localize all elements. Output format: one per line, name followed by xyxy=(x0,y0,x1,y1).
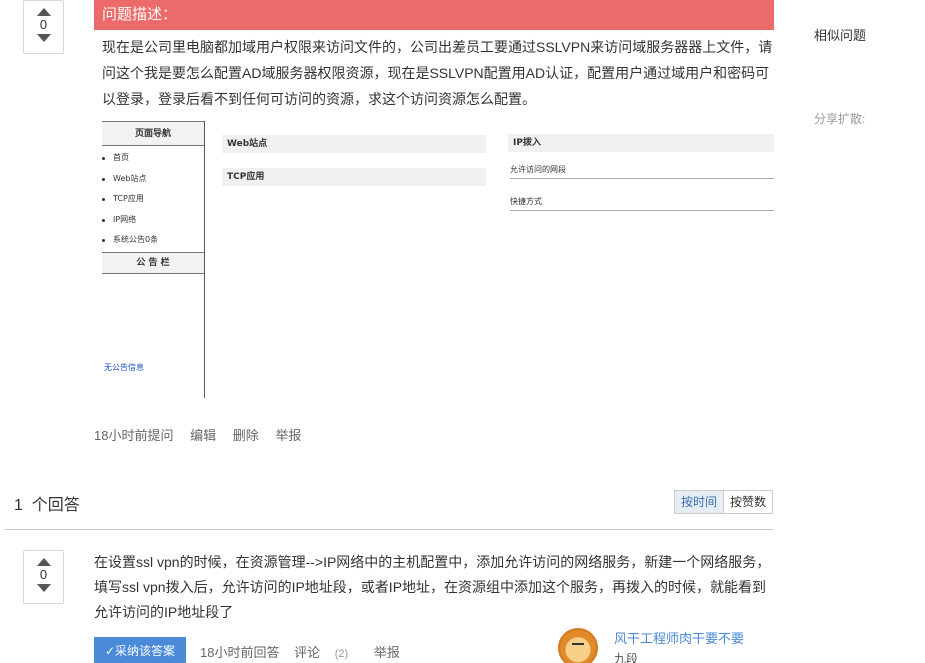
screenshot-notice: 无公告信息 xyxy=(104,363,144,372)
comment-label: 评论 xyxy=(294,645,321,660)
answer-count: 1 个回答 xyxy=(14,491,80,515)
answer-time: 18小时前回答 xyxy=(200,645,280,660)
question-vote-widget: 0 xyxy=(23,0,64,54)
answer-report-link[interactable]: 举报 xyxy=(374,645,400,660)
answer-vote-count: 0 xyxy=(39,567,48,582)
screenshot-web-panel: Web站点 xyxy=(222,135,486,153)
screenshot-nav-title: 页面导航 xyxy=(102,121,204,146)
avatar-face-icon xyxy=(572,643,584,647)
sort-toggle: 按时间 按赞数 xyxy=(674,490,774,514)
upvote-icon[interactable] xyxy=(36,8,51,16)
answer-count-number: 1 xyxy=(14,497,23,514)
comment-count: (2) xyxy=(334,648,349,660)
upvote-icon[interactable] xyxy=(36,558,51,566)
downvote-icon[interactable] xyxy=(36,34,51,42)
delete-link[interactable]: 删除 xyxy=(233,428,259,443)
comment-link[interactable]: 评论 (2) xyxy=(294,645,359,660)
screenshot-board-title: 公 告 栏 xyxy=(102,251,204,274)
sort-by-time-button[interactable]: 按时间 xyxy=(675,491,725,513)
answer-meta: 18小时前回答 评论 (2) 举报 xyxy=(200,642,411,661)
edit-link[interactable]: 编辑 xyxy=(190,428,216,443)
question-meta: 18小时前提问 编辑 删除 举报 xyxy=(94,425,314,444)
screenshot-allowed-segment: 允许访问的网段 xyxy=(510,164,774,179)
screenshot-nav-item: 首页 xyxy=(102,148,204,169)
screenshot-nav-item: TCP应用 xyxy=(102,189,204,210)
answers-divider xyxy=(4,529,774,530)
user-rank: 九段 xyxy=(614,652,639,663)
answer-username[interactable]: 风干工程师肉干要不要 xyxy=(614,628,744,647)
question-header: 问题描述： xyxy=(94,0,774,30)
screenshot-ip-panel: IP拨入 xyxy=(508,134,774,152)
screenshot-tcp-panel: TCP应用 xyxy=(222,168,486,186)
screenshot-shortcut: 快捷方式 xyxy=(510,196,774,211)
question-vote-count: 0 xyxy=(39,17,48,32)
screenshot-nav-item: IP网络 xyxy=(102,210,204,231)
accept-answer-button[interactable]: ✓采纳该答案 xyxy=(94,637,186,663)
user-avatar[interactable] xyxy=(558,628,598,663)
question-screenshot: 页面导航 首页 Web站点 TCP应用 IP网络 系统公告0条 公 告 栏 无公… xyxy=(102,121,774,398)
answer-count-label: 个回答 xyxy=(31,497,80,514)
screenshot-nav-item: 系统公告0条 xyxy=(102,230,204,251)
downvote-icon[interactable] xyxy=(36,584,51,592)
share-label: 分享扩散: xyxy=(814,112,866,126)
similar-questions-title: 相似问题 xyxy=(814,28,867,43)
question-body: 现在是公司里电脑都加域用户权限来访问文件的，公司出差员工要通过SSLVPN来访问… xyxy=(102,39,773,107)
report-link[interactable]: 举报 xyxy=(275,428,301,443)
sort-by-votes-button[interactable]: 按赞数 xyxy=(724,491,773,513)
screenshot-nav-item: Web站点 xyxy=(102,169,204,190)
screenshot-nav: 页面导航 首页 Web站点 TCP应用 IP网络 系统公告0条 公 告 栏 无公… xyxy=(102,121,205,398)
answer-body: 在设置ssl vpn的时候，在资源管理-->IP网络中的主机配置中，添加允许访问… xyxy=(94,554,771,620)
question-time: 18小时前提问 xyxy=(94,428,174,443)
answer-vote-widget: 0 xyxy=(23,550,64,604)
